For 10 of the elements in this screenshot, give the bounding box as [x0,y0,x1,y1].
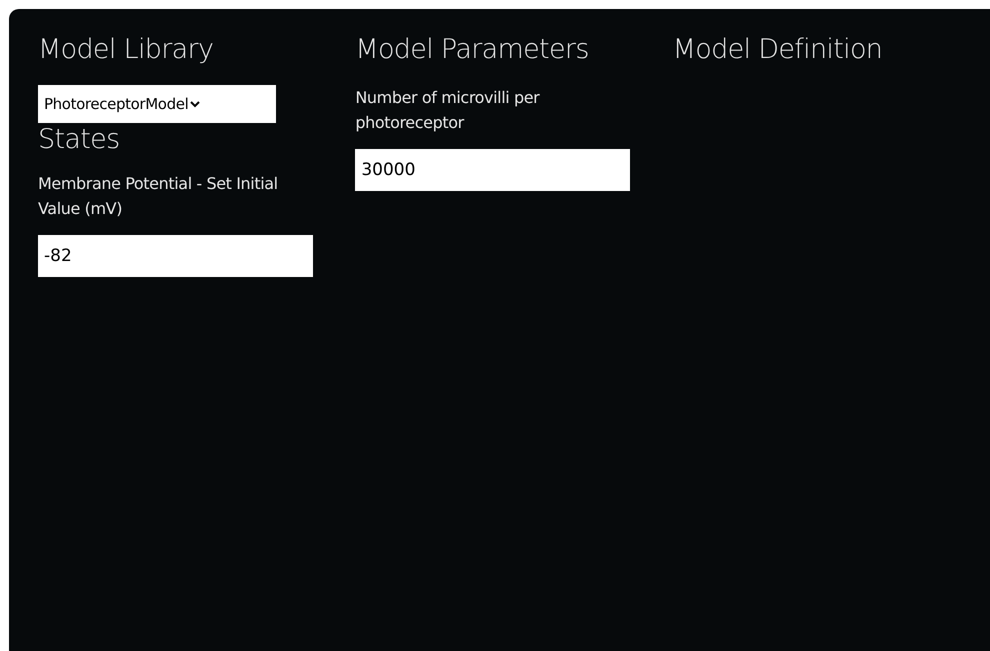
section-heading: Model Parameters [355,33,589,67]
section-heading: Model Library [38,33,214,67]
input-field[interactable]: 30000 [355,149,630,191]
chevron-down-icon [190,100,200,108]
section-heading: States [38,123,120,157]
model-select[interactable]: PhotoreceptorModel [38,85,276,123]
field-label: Membrane Potential - Set Initial Value (mV) [38,173,279,220]
section-heading: Model Definition [672,33,882,67]
field-label: Number of microvilli per photoreceptor [355,87,541,134]
input-field[interactable]: -82 [38,235,313,277]
